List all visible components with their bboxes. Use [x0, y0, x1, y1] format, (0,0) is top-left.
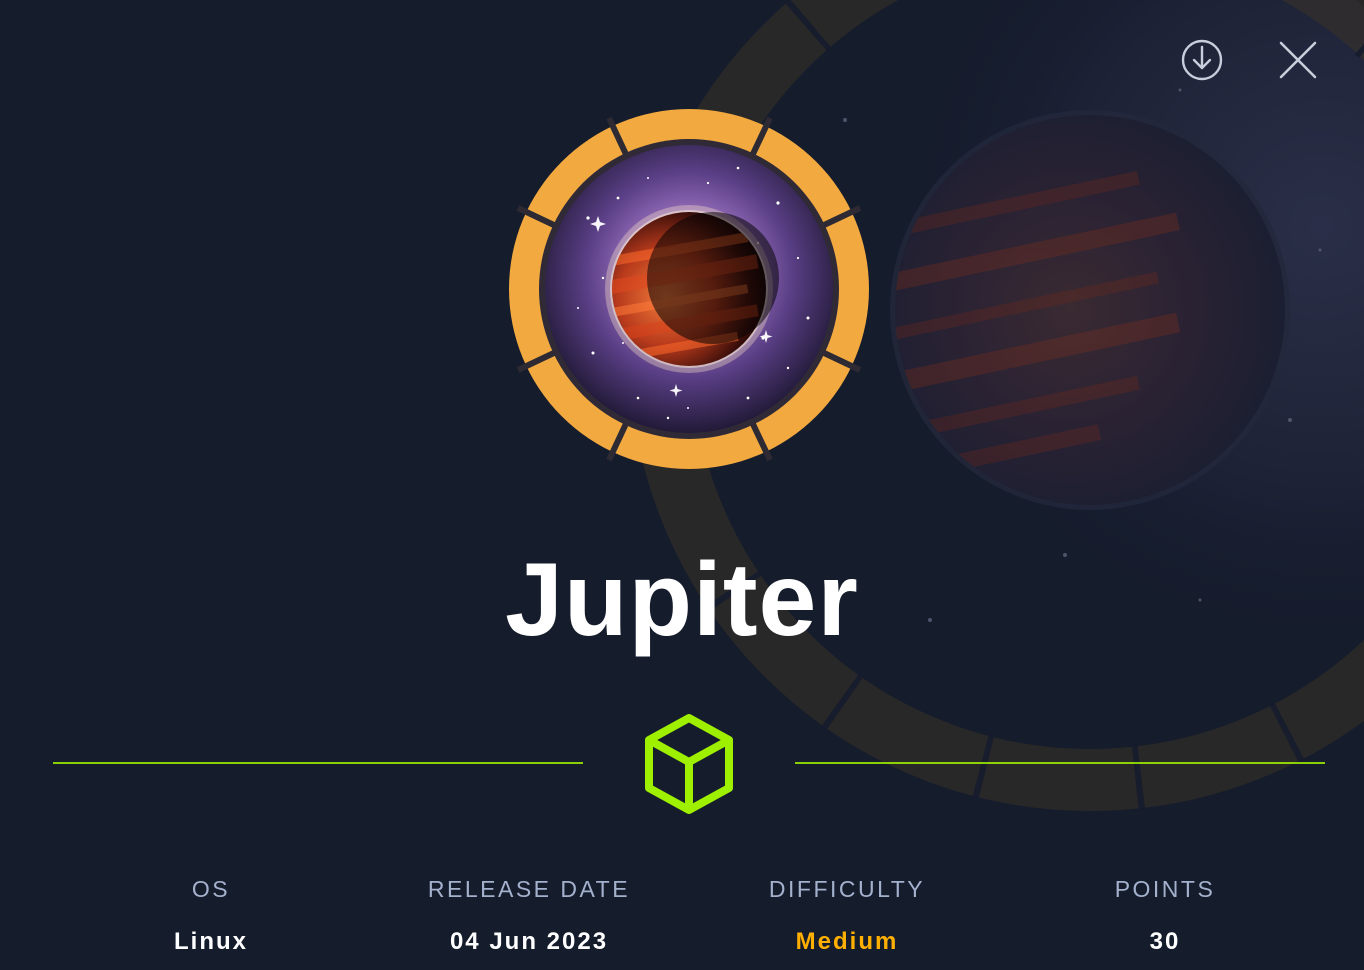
- stat-label: DIFFICULTY: [768, 876, 926, 902]
- close-icon[interactable]: [1272, 34, 1324, 86]
- stat-difficulty: DIFFICULTY Medium: [688, 872, 1006, 959]
- stat-label: OS: [191, 876, 231, 902]
- cube-icon: [642, 712, 736, 816]
- divider-right: [795, 762, 1325, 764]
- machine-name: Jupiter: [505, 542, 859, 658]
- stat-value: 04 Jun 2023: [449, 928, 609, 955]
- difficulty-value: Medium: [795, 928, 899, 955]
- stat-label: POINTS: [1114, 876, 1216, 902]
- stat-label: RELEASE DATE: [427, 876, 631, 902]
- stat-release-date: RELEASE DATE 04 Jun 2023: [370, 872, 688, 959]
- machine-avatar: [508, 108, 870, 470]
- divider-left: [53, 762, 583, 764]
- stat-value: 30: [1149, 928, 1181, 955]
- stat-points: POINTS 30: [1006, 872, 1324, 959]
- machine-profile-card: Jupiter OS Linux RELEASE DATE 04 Jun 202…: [0, 0, 1364, 970]
- stat-value: Linux: [174, 928, 248, 955]
- stat-os: OS Linux: [52, 872, 370, 959]
- machine-stats: OS Linux RELEASE DATE 04 Jun 2023 DIFFIC…: [52, 872, 1324, 970]
- download-icon[interactable]: [1176, 34, 1228, 86]
- top-actions: [1164, 34, 1364, 90]
